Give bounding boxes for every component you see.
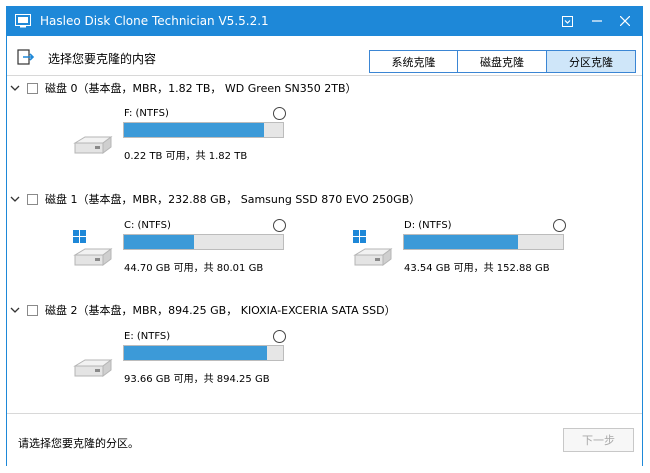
chevron-down-icon[interactable]: [10, 305, 20, 315]
tab-partition-clone[interactable]: 分区克隆: [546, 50, 636, 73]
partition-radio[interactable]: [273, 107, 286, 120]
menu-icon: [561, 15, 573, 27]
status-text: 请选择您要克隆的分区。: [18, 437, 139, 450]
disk-checkbox[interactable]: [27, 304, 38, 316]
partition-usage-bar[interactable]: [123, 122, 284, 138]
drive-icon: [71, 127, 113, 161]
window-title: Hasleo Disk Clone Technician V5.5.2.1: [40, 14, 269, 28]
usage-fill: [124, 346, 268, 360]
partition-capacity: 93.66 GB 可用，共 894.25 GB: [124, 374, 270, 385]
toolbar-title: 选择您要克隆的内容: [48, 52, 157, 66]
disk-label: 磁盘 2（基本盘，MBR，894.25 GB， KIOXIA-EXCERIA S…: [45, 304, 396, 317]
minimize-icon: [592, 20, 602, 22]
partition-radio[interactable]: [273, 330, 286, 343]
clone-content-icon: [17, 49, 35, 65]
usage-fill: [124, 123, 264, 137]
partition-usage-bar[interactable]: [403, 234, 564, 250]
partition-capacity: 0.22 TB 可用，共 1.82 TB: [124, 151, 248, 162]
tab-disk-clone[interactable]: 磁盘克隆: [457, 50, 547, 73]
partition-capacity: 43.54 GB 可用，共 152.88 GB: [404, 263, 550, 274]
disk-list: 磁盘 0（基本盘，MBR，1.82 TB， WD Green SN350 2TB…: [7, 77, 642, 413]
toolbar: 选择您要克隆的内容 系统克隆 磁盘克隆 分区克隆: [7, 36, 642, 76]
partition-capacity: 44.70 GB 可用，共 80.01 GB: [124, 263, 264, 274]
title-bar[interactable]: Hasleo Disk Clone Technician V5.5.2.1: [7, 7, 642, 36]
partition-radio[interactable]: [273, 219, 286, 232]
chevron-down-icon[interactable]: [10, 83, 20, 93]
usage-fill: [124, 235, 194, 249]
minimize-button[interactable]: [584, 11, 610, 31]
disk-header: 磁盘 0（基本盘，MBR，1.82 TB， WD Green SN350 2TB…: [7, 80, 357, 96]
next-button[interactable]: 下一步: [563, 428, 634, 452]
partition-label: E: (NTFS): [124, 331, 171, 342]
drive-icon: [71, 239, 113, 273]
disk-header: 磁盘 1（基本盘，MBR，232.88 GB， Samsung SSD 870 …: [7, 191, 420, 207]
drive-icon: [71, 350, 113, 384]
partition-usage-bar[interactable]: [123, 345, 284, 361]
partition-usage-bar[interactable]: [123, 234, 284, 250]
partition-label: C: (NTFS): [124, 220, 171, 231]
partition-label: D: (NTFS): [404, 220, 452, 231]
usage-fill: [404, 235, 519, 249]
partition-radio[interactable]: [553, 219, 566, 232]
disk-header: 磁盘 2（基本盘，MBR，894.25 GB， KIOXIA-EXCERIA S…: [7, 302, 396, 318]
disk-checkbox[interactable]: [27, 193, 38, 205]
partition-label: F: (NTFS): [124, 108, 169, 119]
close-icon: [620, 16, 630, 26]
disk-label: 磁盘 0（基本盘，MBR，1.82 TB， WD Green SN350 2TB…: [45, 82, 357, 95]
app-logo-icon: [15, 14, 31, 28]
drive-icon: [351, 239, 393, 273]
chevron-down-icon[interactable]: [10, 194, 20, 204]
app-window: Hasleo Disk Clone Technician V5.5.2.1 选择…: [6, 6, 643, 466]
menu-button[interactable]: [554, 11, 580, 31]
tab-system-clone[interactable]: 系统克隆: [369, 50, 458, 73]
disk-checkbox[interactable]: [27, 82, 38, 94]
disk-label: 磁盘 1（基本盘，MBR，232.88 GB， Samsung SSD 870 …: [45, 193, 421, 206]
footer: 请选择您要克隆的分区。 下一步: [7, 413, 642, 466]
close-button[interactable]: [612, 11, 638, 31]
